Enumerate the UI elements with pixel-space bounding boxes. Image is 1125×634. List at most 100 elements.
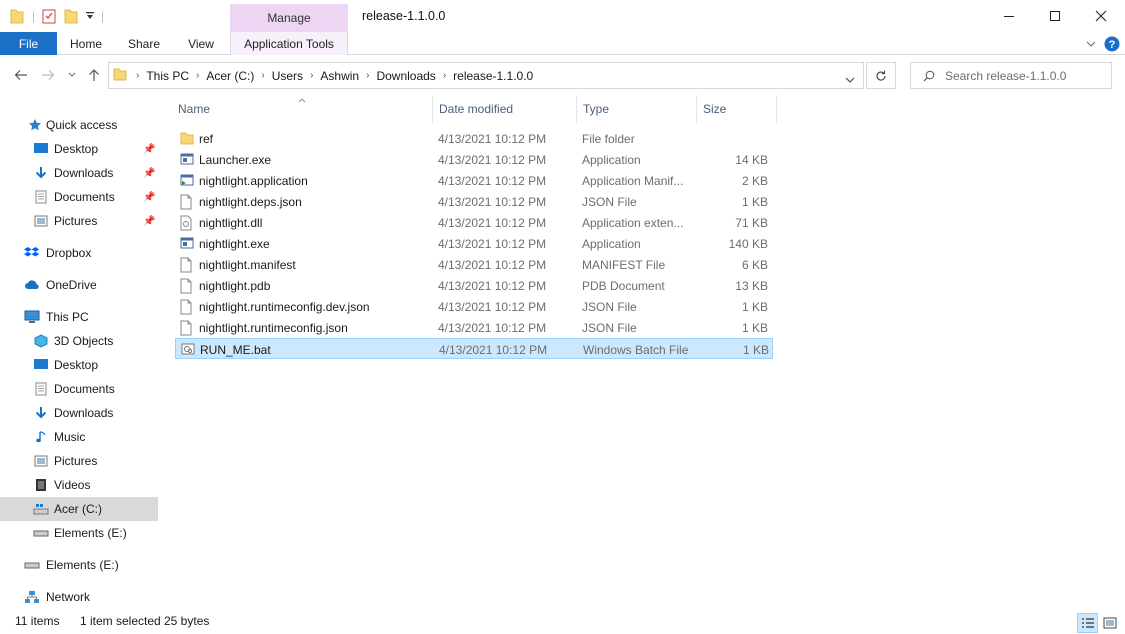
sidebar-item-music[interactable]: Music xyxy=(0,425,158,449)
file-row[interactable]: nightlight.exe 4/13/2021 10:12 PM Applicat… xyxy=(175,233,773,254)
sidebar-item-pictures[interactable]: Pictures xyxy=(0,449,158,473)
column-header-name[interactable]: Name xyxy=(178,95,210,123)
column-divider[interactable] xyxy=(776,95,777,123)
svg-text:?: ? xyxy=(1109,39,1116,51)
pin-icon[interactable]: 📌 xyxy=(143,216,155,227)
file-type: JSON File xyxy=(582,299,637,314)
pin-icon[interactable]: 📌 xyxy=(143,144,155,155)
large-icons-view-button[interactable] xyxy=(1099,613,1120,633)
sidebar-item-documents-pinned[interactable]: Documents 📌 xyxy=(0,185,158,209)
file-row[interactable]: nightlight.dll 4/13/2021 10:12 PM Applicat… xyxy=(175,212,773,233)
column-divider[interactable] xyxy=(432,95,433,123)
sidebar-item-quick-access[interactable]: Quick access xyxy=(0,113,158,137)
network-icon xyxy=(24,589,40,605)
column-header-size[interactable]: Size xyxy=(703,95,726,123)
column-divider[interactable] xyxy=(696,95,697,123)
search-box[interactable] xyxy=(910,62,1112,89)
file-row[interactable]: RUN_ME.bat 4/13/2021 10:12 PM Windows Batc… xyxy=(175,338,773,359)
sidebar-item-videos[interactable]: Videos xyxy=(0,473,158,497)
file-row[interactable]: nightlight.application 4/13/2021 10:12 PM… xyxy=(175,170,773,191)
crumb-users[interactable]: Users xyxy=(268,69,307,83)
file-name: nightlight.runtimeconfig.json xyxy=(199,320,348,335)
column-header-date[interactable]: Date modified xyxy=(439,95,513,123)
crumb-this-pc[interactable]: This PC xyxy=(142,69,193,83)
file-row[interactable]: ref 4/13/2021 10:12 PM File folder xyxy=(175,128,773,149)
file-date: 4/13/2021 10:12 PM xyxy=(438,152,547,167)
crumb-ashwin[interactable]: Ashwin xyxy=(316,69,363,83)
column-divider[interactable] xyxy=(576,95,577,123)
toolbar-separator: | xyxy=(101,9,105,23)
breadcrumb: › This PC › Acer (C:) › Users › Ashwin ›… xyxy=(109,63,537,88)
documents-icon xyxy=(33,189,49,205)
sidebar-item-onedrive[interactable]: OneDrive xyxy=(0,273,158,297)
pictures-icon xyxy=(33,213,49,229)
chevron-right-icon[interactable]: › xyxy=(440,70,449,81)
recent-locations-button[interactable] xyxy=(62,64,82,86)
crumb-acer-c[interactable]: Acer (C:) xyxy=(202,69,258,83)
sidebar-item-dropbox[interactable]: Dropbox xyxy=(0,241,158,265)
star-icon xyxy=(27,117,43,133)
refresh-button[interactable] xyxy=(866,62,896,89)
chevron-right-icon[interactable]: › xyxy=(133,70,142,81)
sidebar-item-acer-c[interactable]: Acer (C:) xyxy=(0,497,158,521)
file-row[interactable]: nightlight.runtimeconfig.dev.json 4/13/20… xyxy=(175,296,773,317)
crumb-downloads[interactable]: Downloads xyxy=(372,69,439,83)
sidebar-item-elements-e[interactable]: Elements (E:) xyxy=(0,553,158,577)
file-row[interactable]: nightlight.deps.json 4/13/2021 10:12 PM JS… xyxy=(175,191,773,212)
up-button[interactable] xyxy=(84,64,104,86)
file-size: 14 KB xyxy=(735,152,768,167)
videos-icon xyxy=(33,477,49,493)
sidebar-item-pictures-pinned[interactable]: Pictures 📌 xyxy=(0,209,158,233)
pin-icon[interactable]: 📌 xyxy=(143,168,155,179)
sidebar-item-downloads-pinned[interactable]: Downloads 📌 xyxy=(0,161,158,185)
details-view-button[interactable] xyxy=(1077,613,1098,633)
chevron-right-icon[interactable]: › xyxy=(307,70,316,81)
crumb-release[interactable]: release-1.1.0.0 xyxy=(449,69,537,83)
search-input[interactable] xyxy=(945,68,1105,83)
sidebar-item-downloads[interactable]: Downloads xyxy=(0,401,158,425)
sidebar-item-elements-e-sub[interactable]: Elements (E:) xyxy=(0,521,158,545)
tab-file[interactable]: File xyxy=(0,32,57,55)
file-date: 4/13/2021 10:12 PM xyxy=(438,215,547,230)
column-header-type[interactable]: Type xyxy=(583,95,609,123)
sidebar-item-3d-objects[interactable]: 3D Objects xyxy=(0,329,158,353)
back-button[interactable] xyxy=(11,64,31,86)
file-row[interactable]: nightlight.runtimeconfig.json 4/13/2021 1… xyxy=(175,317,773,338)
status-bar: 11 items 1 item selected 25 bytes xyxy=(0,610,1125,634)
this-pc-icon xyxy=(24,309,40,325)
minimize-button[interactable] xyxy=(986,0,1032,32)
properties-icon[interactable] xyxy=(42,6,56,26)
folder-icon[interactable] xyxy=(10,6,24,26)
downloads-icon xyxy=(33,405,49,421)
close-button[interactable] xyxy=(1078,0,1124,32)
sidebar-item-network[interactable]: Network xyxy=(0,585,158,609)
chevron-right-icon[interactable]: › xyxy=(193,70,202,81)
customize-qat-icon[interactable] xyxy=(85,6,95,26)
new-folder-icon[interactable] xyxy=(64,6,78,26)
file-row[interactable]: nightlight.pdb 4/13/2021 10:12 PM PDB Docu… xyxy=(175,275,773,296)
address-dropdown-icon[interactable] xyxy=(845,72,855,86)
sidebar-item-desktop[interactable]: Desktop xyxy=(0,353,158,377)
drive-icon xyxy=(33,525,49,541)
chevron-right-icon[interactable]: › xyxy=(363,70,372,81)
tab-view[interactable]: View xyxy=(176,32,226,55)
sidebar-item-this-pc[interactable]: This PC xyxy=(0,305,158,329)
chevron-right-icon[interactable]: › xyxy=(258,70,267,81)
tab-home[interactable]: Home xyxy=(60,32,112,55)
maximize-button[interactable] xyxy=(1032,0,1078,32)
tab-application-tools[interactable]: Application Tools xyxy=(230,32,348,55)
file-date: 4/13/2021 10:12 PM xyxy=(438,278,547,293)
window-title: release-1.1.0.0 xyxy=(362,9,446,23)
sidebar-item-desktop-pinned[interactable]: Desktop 📌 xyxy=(0,137,158,161)
expand-ribbon-icon[interactable] xyxy=(1082,32,1100,55)
file-row[interactable]: nightlight.manifest 4/13/2021 10:12 PM MAN… xyxy=(175,254,773,275)
help-icon[interactable]: ? xyxy=(1103,32,1121,55)
file-type: Application xyxy=(582,152,641,167)
forward-button[interactable] xyxy=(38,64,58,86)
file-row[interactable]: Launcher.exe 4/13/2021 10:12 PM Applicatio… xyxy=(175,149,773,170)
file-name: nightlight.dll xyxy=(199,215,263,230)
pin-icon[interactable]: 📌 xyxy=(143,192,155,203)
tab-share[interactable]: Share xyxy=(118,32,170,55)
sidebar-item-documents[interactable]: Documents xyxy=(0,377,158,401)
address-bar[interactable]: › This PC › Acer (C:) › Users › Ashwin ›… xyxy=(108,62,864,89)
